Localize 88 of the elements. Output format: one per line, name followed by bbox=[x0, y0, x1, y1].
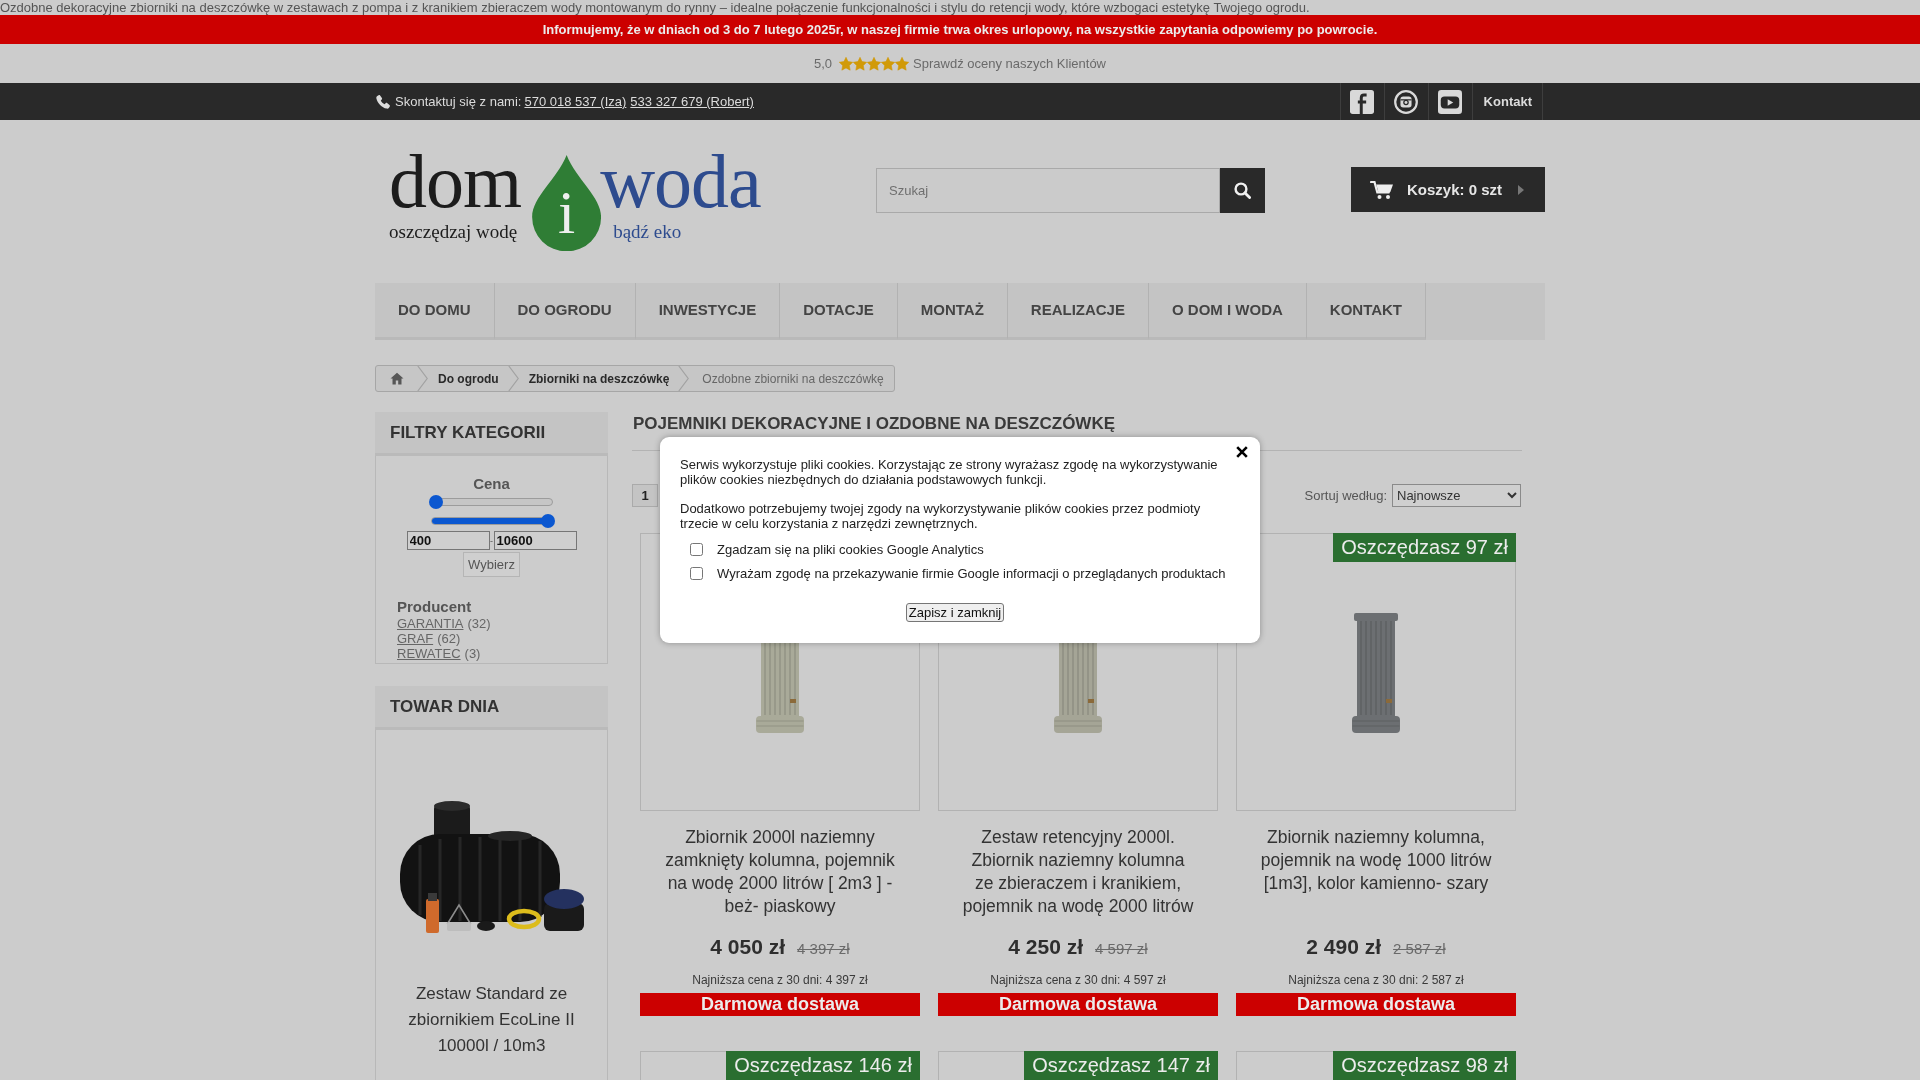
cookie-notice-text: Dodatkowo potrzebujemy twojej zgody na wykorzystywanie plików cookies przez podmioty trzecie w celu korzystania z narzędzi zewnętrznych. bbox=[680, 502, 1202, 531]
close-icon bbox=[1236, 446, 1248, 458]
discount-badge: Oszczędzasz 98 zł bbox=[1333, 1051, 1516, 1080]
facebook-icon bbox=[1350, 89, 1375, 114]
youtube-icon bbox=[1438, 89, 1463, 114]
star-icon bbox=[895, 56, 910, 71]
nav-link[interactable]: DOTACJE bbox=[780, 283, 898, 340]
reviews-link[interactable]: Sprawdź oceny naszych Klientów bbox=[913, 56, 1106, 71]
discount-badge: Oszczędzasz 146 zł bbox=[726, 1051, 920, 1080]
product-title[interactable]: Zbiornik 2000l naziemny zamknięty kolumna, pojemnik na wodę 2000 litrów [ 2m3 ] - beż- piaskowy bbox=[662, 826, 898, 918]
phone-link[interactable]: 570 018 537 (Iza) bbox=[524, 94, 627, 109]
nav-link[interactable]: O DOM I WODA bbox=[1149, 283, 1307, 340]
old-price: 4 397 zł bbox=[797, 940, 850, 957]
product-title[interactable]: Zestaw Standard ze zbiornikiem EcoLine II 10000l / 10m3 bbox=[391, 981, 592, 1059]
sidebar-heading: TOWAR DNIA bbox=[375, 686, 608, 730]
old-price: 4 597 zł bbox=[1095, 940, 1148, 957]
contact-label: Skontaktuj się z nami: bbox=[395, 94, 522, 109]
close-button[interactable] bbox=[1236, 446, 1248, 458]
contact-link[interactable]: Kontakt bbox=[1471, 83, 1543, 120]
consent-label: Zgadzam się na pliki cookies Google Analytics bbox=[717, 541, 984, 557]
producer-link[interactable]: GRAF bbox=[397, 631, 434, 646]
cart-button[interactable]: Koszyk: 0 szt bbox=[1351, 167, 1545, 212]
consent-checkbox[interactable] bbox=[690, 542, 703, 556]
cookie-notice-text: Serwis wykorzystuje pliki cookies. Korzystając ze strony wyrażasz zgodę na wykorzystywanie plików cookies niezbędnych do działania podstawowych funkcji. bbox=[680, 458, 1219, 487]
star-icon bbox=[839, 56, 854, 71]
nav-link[interactable]: KONTAKT bbox=[1306, 283, 1427, 340]
consent-label: Wyrażam zgodę na przekazywanie firmie Google informacji o przeglądanych produktach bbox=[717, 565, 1226, 581]
home-icon bbox=[390, 372, 404, 385]
breadcrumb-link[interactable]: Zbiorniki na deszczówkę bbox=[518, 371, 679, 386]
product-price: 4 050 zł bbox=[710, 935, 786, 959]
slider-thumb[interactable] bbox=[540, 514, 555, 528]
phone-icon bbox=[375, 93, 391, 110]
instagram-icon bbox=[1394, 89, 1419, 114]
logo-tagline: bądź eko bbox=[612, 220, 683, 244]
max-price-field[interactable]: 10600 bbox=[493, 531, 577, 550]
range-slider[interactable] bbox=[428, 494, 555, 510]
sort-select[interactable]: Najnowsze bbox=[1392, 484, 1521, 507]
search-icon bbox=[1234, 182, 1251, 199]
save-and-close-button[interactable]: Zapisz i zamknij bbox=[905, 603, 1005, 622]
product-title[interactable]: Zestaw retencyjny 2000l. Zbiornik naziemny kolumna ze zbieraczem i kranikiem, pojemnik na wodę 2000 litrów bbox=[960, 826, 1196, 918]
sort-label: Sortuj według: bbox=[1304, 488, 1387, 503]
breadcrumb-link[interactable]: Do ogrodu bbox=[428, 371, 508, 386]
phone-link[interactable]: 533 327 679 (Robert) bbox=[630, 94, 754, 109]
product-price: 4 250 zł bbox=[1008, 935, 1084, 959]
logo-wordmark: dom bbox=[389, 143, 522, 219]
slider-thumb[interactable] bbox=[428, 495, 443, 509]
logo-tagline: oszczędzaj wodę bbox=[389, 220, 519, 244]
discount-badge: Oszczędzasz 97 zł bbox=[1333, 533, 1516, 562]
nav-link[interactable]: MONTAŻ bbox=[897, 283, 1008, 340]
old-price: 2 587 zł bbox=[1393, 940, 1446, 957]
producer-heading: Producent bbox=[397, 598, 473, 616]
lowest-price-note: Najniższa cena z 30 dni: 4 597 zł bbox=[990, 972, 1166, 988]
nav-link[interactable]: INWESTYCJE bbox=[635, 283, 781, 340]
logo-wordmark: woda bbox=[600, 143, 761, 219]
vacation-notice-banner: Informujemy, że w dniach od 3 do 7 lutego 2025r, w naszej firmie trwa okres urlopowy, na wszystkie zapytania odpowiemy po powrocie. bbox=[0, 15, 1920, 44]
producer-count: (62) bbox=[437, 631, 461, 646]
product-title[interactable]: Zbiornik naziemny kolumna, pojemnik na wodę 1000 litrów [1m3], kolor kamienno- szary bbox=[1258, 826, 1494, 918]
search-button[interactable] bbox=[1220, 168, 1265, 213]
free-shipping-label: Darmowa dostawa bbox=[640, 993, 920, 1016]
nav-link[interactable]: DO DOMU bbox=[375, 283, 495, 340]
product-price: 2 490 zł bbox=[1306, 935, 1382, 959]
consent-checkbox[interactable] bbox=[690, 566, 703, 580]
min-price-field[interactable]: 400 bbox=[406, 531, 490, 550]
lowest-price-note: Najniższa cena z 30 dni: 4 397 zł bbox=[692, 972, 868, 988]
producer-link[interactable]: REWATEC bbox=[397, 646, 461, 661]
producer-count: (32) bbox=[467, 616, 491, 631]
intro-text: Ozdobne dekoracyjne zbiorniki na deszczówkę w zestawach z pompa i z kranikiem zbieraczem wody montowanym do rynny – idealne połączenie funkcjonalności i stylu do retencji wody, które wzbogaci estetykę Twojego ogrodu. bbox=[0, 0, 1310, 15]
free-shipping-label: Darmowa dostawa bbox=[938, 993, 1218, 1016]
lowest-price-note: Najniższa cena z 30 dni: 2 587 zł bbox=[1288, 972, 1464, 988]
star-icon bbox=[853, 56, 868, 71]
producer-count: (3) bbox=[464, 646, 481, 661]
search-field[interactable]: Szukaj bbox=[876, 168, 1220, 213]
producer-link[interactable]: GARANTIA bbox=[397, 616, 464, 631]
discount-badge: Oszczędzasz 147 zł bbox=[1024, 1051, 1218, 1080]
free-shipping-label: Darmowa dostawa bbox=[1236, 993, 1516, 1016]
star-icon bbox=[867, 56, 882, 71]
breadcrumb-current: Ozdobne zbiorniki na deszczówkę bbox=[701, 371, 885, 386]
cart-icon bbox=[1370, 179, 1394, 200]
sidebar-heading: FILTRY KATEGORII bbox=[375, 412, 608, 456]
range-separator: - bbox=[489, 535, 494, 546]
price-filter-label: Cena bbox=[472, 475, 511, 493]
nav-link[interactable]: REALIZACJE bbox=[1007, 283, 1149, 340]
rating-score: 5,0 bbox=[814, 56, 833, 71]
nav-link[interactable]: DO OGRODU bbox=[494, 283, 636, 340]
caret-right-icon bbox=[1518, 184, 1524, 195]
apply-filter-button[interactable]: Wybierz bbox=[463, 552, 520, 577]
page-number[interactable]: 1 bbox=[632, 484, 658, 507]
star-icon bbox=[881, 56, 896, 71]
